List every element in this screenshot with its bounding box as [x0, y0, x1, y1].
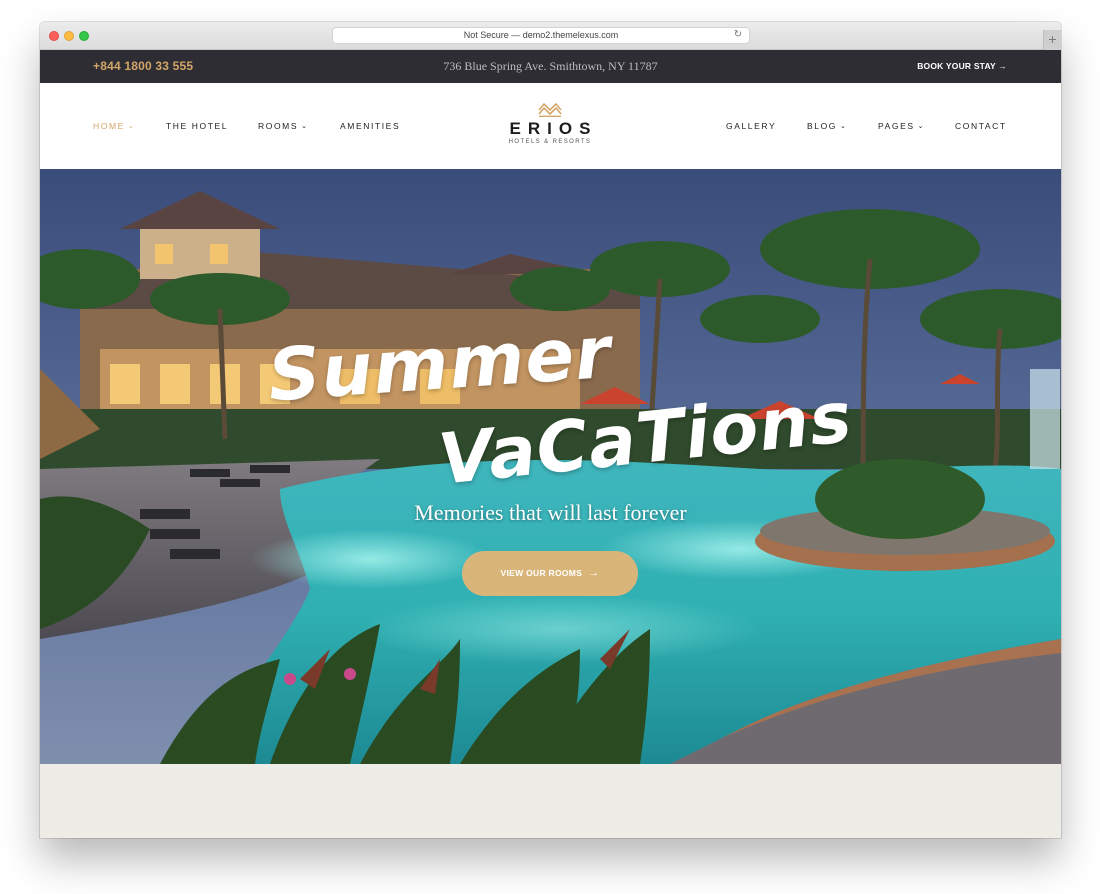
- address-bar-text: Not Secure — demo2.themelexus.com: [463, 30, 619, 40]
- hotel-address: 736 Blue Spring Ave. Smithtown, NY 11787: [443, 59, 658, 73]
- nav-home[interactable]: HOME ⌄: [93, 83, 135, 171]
- nav-pages[interactable]: PAGES ⌄: [878, 83, 925, 171]
- book-your-stay-link[interactable]: BOOK YOUR STAY →: [917, 50, 1007, 83]
- zoom-window-button[interactable]: [79, 31, 89, 41]
- below-hero-section: [40, 764, 1061, 838]
- new-tab-button[interactable]: +: [1043, 30, 1061, 50]
- top-info-bar: +844 1800 33 555 736 Blue Spring Ave. Sm…: [40, 50, 1061, 83]
- browser-window: Not Secure — demo2.themelexus.com ↻ + +8…: [40, 22, 1061, 838]
- chevron-down-icon: ⌄: [917, 123, 926, 130]
- view-our-rooms-label: VIEW OUR ROOMS: [500, 568, 583, 578]
- close-window-button[interactable]: [49, 31, 59, 41]
- nav-the-hotel[interactable]: THE HOTEL: [166, 83, 228, 169]
- hero-tagline: Memories that will last forever: [414, 500, 687, 525]
- nav-rooms[interactable]: ROOMS ⌄: [258, 83, 309, 171]
- crown-icon: [538, 102, 562, 117]
- nav-gallery[interactable]: GALLERY: [726, 83, 776, 169]
- chevron-down-icon: ⌄: [840, 123, 848, 130]
- nav-home-label: HOME: [93, 121, 125, 131]
- nav-pages-label: PAGES: [878, 121, 915, 131]
- address-bar[interactable]: Not Secure — demo2.themelexus.com ↻: [332, 27, 750, 44]
- arrow-right-icon: →: [588, 567, 600, 579]
- chevron-down-icon: ⌄: [127, 123, 136, 130]
- arrow-right-icon: →: [998, 61, 1007, 71]
- hero-banner: Summer VaCaTions Memories that will last…: [40, 169, 1061, 764]
- logo-subtitle: HOTELS & RESORTS: [508, 139, 592, 145]
- view-our-rooms-button[interactable]: VIEW OUR ROOMS →: [462, 551, 638, 596]
- logo-wordmark: ERIOS: [509, 119, 598, 138]
- site-header: HOME ⌄ THE HOTEL ROOMS ⌄ AMENITIES ERIOS H…: [40, 83, 1061, 169]
- nav-blog-label: BLOG: [807, 121, 838, 131]
- chevron-down-icon: ⌄: [301, 123, 309, 130]
- minimize-window-button[interactable]: [64, 31, 74, 41]
- book-your-stay-label: BOOK YOUR STAY: [917, 61, 996, 71]
- nav-rooms-label: ROOMS: [258, 121, 299, 131]
- nav-blog[interactable]: BLOG ⌄: [807, 83, 848, 171]
- nav-amenities[interactable]: AMENITIES: [340, 83, 400, 169]
- reload-icon[interactable]: ↻: [732, 29, 744, 41]
- site-logo[interactable]: ERIOS HOTELS & RESORTS: [488, 101, 612, 145]
- browser-toolbar: Not Secure — demo2.themelexus.com ↻ +: [40, 22, 1061, 50]
- nav-contact[interactable]: CONTACT: [955, 83, 1007, 169]
